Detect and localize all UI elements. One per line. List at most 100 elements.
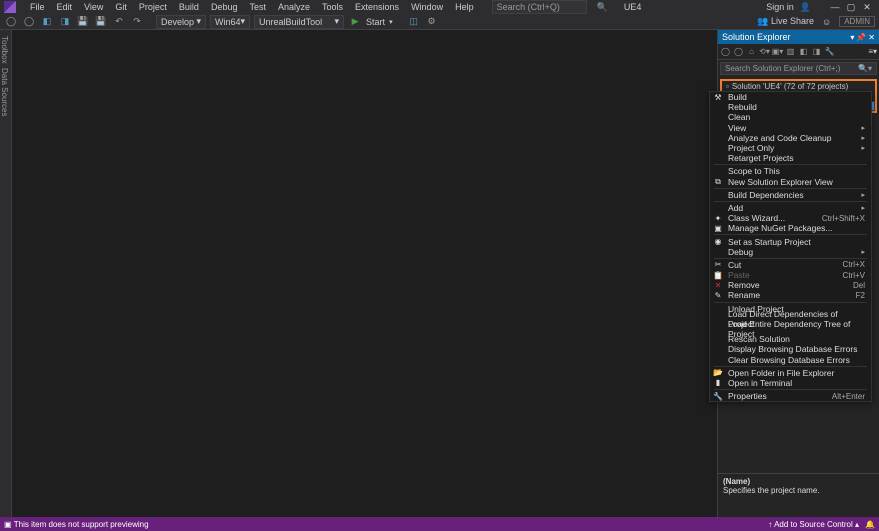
menu-file[interactable]: File — [24, 2, 51, 12]
search-icon[interactable]: 🔍 — [597, 2, 608, 13]
property-name-label: (Name) — [723, 477, 874, 486]
search-placeholder: Search (Ctrl+Q) — [497, 2, 560, 12]
remove-icon: ✕ — [713, 281, 723, 290]
ctx-class-wizard[interactable]: ✦Class Wizard...Ctrl+Shift+X — [710, 213, 871, 223]
menu-extensions[interactable]: Extensions — [349, 2, 405, 12]
ctx-remove[interactable]: ✕RemoveDel — [710, 280, 871, 290]
ctx-retarget[interactable]: Retarget Projects — [710, 153, 871, 163]
ctx-scope[interactable]: Scope to This — [710, 166, 871, 176]
ctx-cut[interactable]: ✂CutCtrl+X — [710, 260, 871, 270]
ctx-properties[interactable]: 🔧PropertiesAlt+Enter — [710, 391, 871, 401]
panel-close-icon[interactable]: ✕ — [868, 33, 875, 42]
ctx-build-deps[interactable]: Build Dependencies▸ — [710, 190, 871, 200]
separator — [714, 258, 867, 259]
minimize-button[interactable]: — — [827, 0, 843, 14]
new-icon[interactable]: ◧ — [40, 15, 54, 29]
cog-icon[interactable]: ⚙ — [425, 15, 439, 29]
ctx-rebuild[interactable]: Rebuild — [710, 102, 871, 112]
house-icon[interactable]: ⌂ — [746, 46, 757, 57]
source-control-link[interactable]: ↑ Add to Source Control ▴ — [768, 520, 859, 529]
separator — [714, 234, 867, 235]
step-icon[interactable]: ◫ — [407, 15, 421, 29]
redo-icon[interactable]: ↷ — [130, 15, 144, 29]
back-icon[interactable]: ◯ — [4, 15, 18, 29]
notifications-icon[interactable]: 🔔 — [865, 520, 875, 529]
toolbox-tab[interactable]: Toolbox — [0, 36, 9, 64]
ctx-add[interactable]: Add▸ — [710, 203, 871, 213]
wrench-icon[interactable]: 🔧 — [824, 46, 835, 57]
forward-icon[interactable]: ◯ — [22, 15, 36, 29]
paste-icon: 📋 — [713, 271, 723, 280]
open-icon[interactable]: ◨ — [58, 15, 72, 29]
ctx-build[interactable]: ⚒Build — [710, 92, 871, 102]
panel-dropdown-icon[interactable]: ▾ — [850, 33, 854, 42]
menu-test[interactable]: Test — [243, 2, 272, 12]
close-button[interactable]: ✕ — [859, 0, 875, 14]
target-select[interactable]: UnrealBuildTool▾ — [254, 15, 344, 29]
home-icon[interactable]: ◯ — [720, 46, 731, 57]
solution-explorer-header: Solution Explorer ▾ 📌 ✕ — [718, 30, 879, 44]
undo-icon[interactable]: ↶ — [112, 15, 126, 29]
save-all-icon[interactable]: 💾 — [94, 15, 108, 29]
maximize-button[interactable]: ▢ — [843, 0, 859, 14]
data-sources-tab[interactable]: Data Sources — [0, 68, 9, 116]
menu-window[interactable]: Window — [405, 2, 449, 12]
config-select[interactable]: Develop▾ — [156, 15, 206, 29]
ctx-analyze[interactable]: Analyze and Code Cleanup▸ — [710, 133, 871, 143]
sign-in-link[interactable]: Sign in — [766, 2, 794, 12]
start-label[interactable]: Start — [366, 17, 385, 27]
menu-tools[interactable]: Tools — [316, 2, 349, 12]
refresh-icon[interactable]: ◯ — [733, 46, 744, 57]
menu-help[interactable]: Help — [449, 2, 480, 12]
menu-debug[interactable]: Debug — [205, 2, 244, 12]
status-bar: ▣ This item does not support previewing … — [0, 517, 879, 531]
start-icon[interactable]: ▶ — [348, 15, 362, 29]
ctx-project-only[interactable]: Project Only▸ — [710, 143, 871, 153]
ctx-startup[interactable]: ◉Set as Startup Project — [710, 236, 871, 246]
menu-edit[interactable]: Edit — [51, 2, 79, 12]
ctx-clear-browse[interactable]: Clear Browsing Database Errors — [710, 355, 871, 365]
menu-git[interactable]: Git — [109, 2, 133, 12]
preview-icon[interactable]: ◨ — [811, 46, 822, 57]
panel-pin-icon[interactable]: 📌 — [856, 33, 866, 42]
separator — [714, 201, 867, 202]
solution-icon: ▫ — [726, 82, 729, 91]
search-input[interactable]: Search (Ctrl+Q) — [492, 0, 587, 14]
menu-analyze[interactable]: Analyze — [272, 2, 316, 12]
solution-search-input[interactable]: Search Solution Explorer (Ctrl+;) 🔍▾ — [720, 62, 877, 75]
live-share-link[interactable]: 👥 Live Share — [757, 16, 814, 27]
ctx-rescan[interactable]: Rescan Solution — [710, 334, 871, 344]
ctx-debug[interactable]: Debug▸ — [710, 247, 871, 257]
ctx-rename[interactable]: ✎RenameF2 — [710, 290, 871, 300]
ctx-nuget[interactable]: ▣Manage NuGet Packages... — [710, 223, 871, 233]
menu-project[interactable]: Project — [133, 2, 173, 12]
ctx-paste: 📋PasteCtrl+V — [710, 270, 871, 280]
menu-build[interactable]: Build — [173, 2, 205, 12]
menu-view[interactable]: View — [78, 2, 109, 12]
ctx-open-terminal[interactable]: ▮Open in Terminal — [710, 378, 871, 388]
files-icon[interactable]: ▣▾ — [772, 46, 783, 57]
ctx-open-folder[interactable]: 📂Open Folder in File Explorer — [710, 368, 871, 378]
user-icon[interactable]: 👤 — [800, 2, 811, 13]
platform-select[interactable]: Win64▾ — [210, 15, 250, 29]
context-menu: ⚒Build Rebuild Clean View▸ Analyze and C… — [709, 91, 872, 402]
separator — [714, 389, 867, 390]
feedback-icon[interactable]: ☺ — [822, 17, 831, 27]
solution-explorer-title: Solution Explorer — [722, 32, 791, 42]
show-all-icon[interactable]: ▥ — [785, 46, 796, 57]
properties-panel: (Name) Specifies the project name. — [718, 473, 879, 517]
sync-icon[interactable]: ⟲▾ — [759, 46, 770, 57]
props-icon[interactable]: ◧ — [798, 46, 809, 57]
sort-icon[interactable]: ≡▾ — [868, 47, 877, 56]
admin-badge: ADMIN — [839, 16, 875, 27]
ctx-clean[interactable]: Clean — [710, 112, 871, 122]
status-icon: ▣ — [4, 520, 12, 529]
save-icon[interactable]: 💾 — [76, 15, 90, 29]
separator — [714, 366, 867, 367]
ctx-browse-err[interactable]: Display Browsing Database Errors — [710, 344, 871, 354]
left-tool-rail: Toolbox Data Sources — [0, 30, 12, 517]
ctx-view[interactable]: View▸ — [710, 123, 871, 133]
ctx-new-view[interactable]: ⧉New Solution Explorer View — [710, 177, 871, 187]
tree-solution-node[interactable]: ▫ Solution 'UE4' (72 of 72 projects) — [722, 81, 875, 91]
ctx-load-tree[interactable]: Load Entire Dependency Tree of Project — [710, 324, 871, 334]
